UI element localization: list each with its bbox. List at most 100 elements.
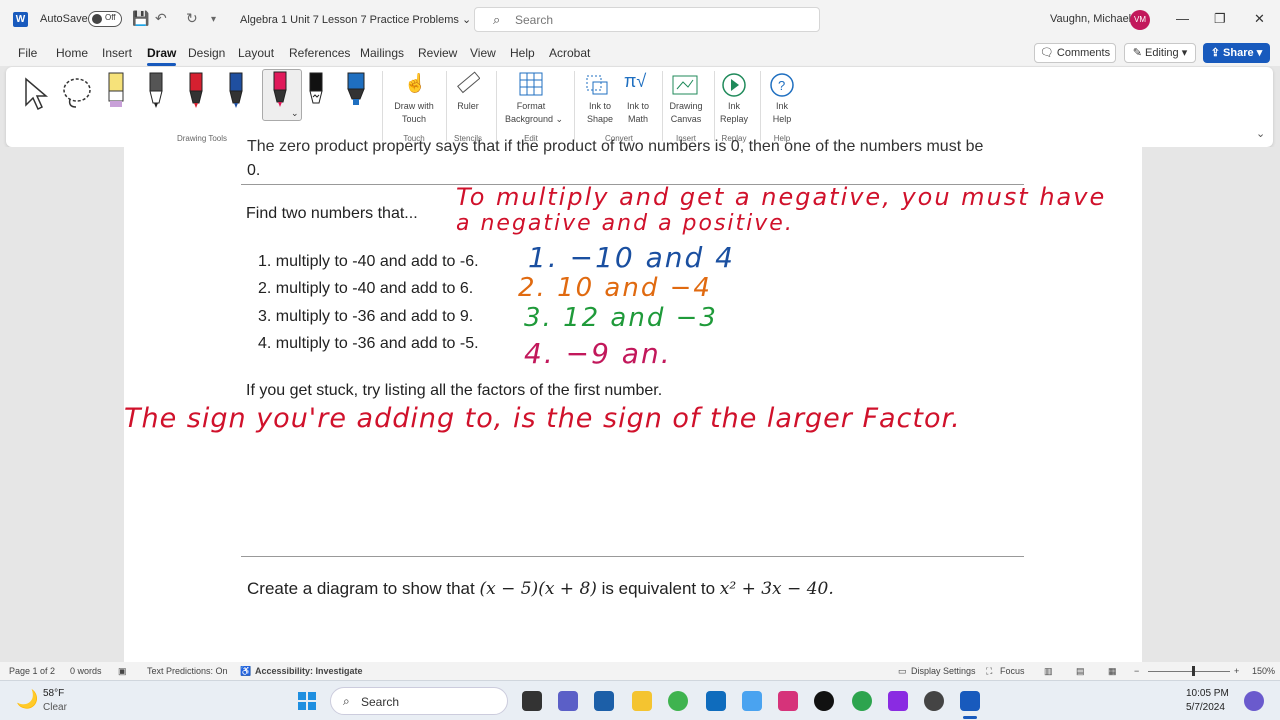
ink-answer-1[interactable]: 1. −10 and 4 [528, 241, 735, 274]
ink-help-icon[interactable]: ? [768, 71, 796, 99]
pen-red-icon[interactable] [186, 71, 206, 111]
tiktok-icon[interactable] [814, 691, 834, 711]
weather-desc: Clear [43, 702, 67, 713]
text-predictions[interactable]: Text Predictions: On [147, 666, 228, 676]
ink-to-math-icon[interactable]: π√ [624, 71, 646, 92]
top-text-line2: 0. [247, 162, 261, 179]
select-arrow-icon[interactable] [22, 75, 50, 111]
accessibility-status[interactable]: Accessibility: Investigate [255, 666, 363, 676]
todo-icon[interactable] [742, 691, 762, 711]
ink-to-shape-label-1: Ink to [588, 101, 611, 111]
chrome-icon[interactable] [852, 691, 872, 711]
collapse-ribbon-icon[interactable]: ⌄ [1256, 127, 1265, 140]
focus-icon: ⛶ [986, 666, 993, 676]
app-record-icon[interactable] [924, 691, 944, 711]
app-purple-icon[interactable] [888, 691, 908, 711]
ribbon-separator [496, 71, 497, 141]
tab-design[interactable]: Design [188, 46, 225, 60]
zoom-slider[interactable] [1148, 671, 1230, 672]
tab-file[interactable]: File [18, 46, 37, 60]
weather-moon-icon[interactable]: 🌙 [16, 689, 38, 710]
ink-to-shape-label-2: Shape [586, 114, 614, 124]
drawing-canvas-icon[interactable] [670, 71, 700, 97]
ink-to-shape-icon[interactable] [584, 71, 610, 97]
clock-time[interactable]: 10:05 PM [1186, 688, 1229, 699]
web-layout-icon[interactable]: ▦ [1108, 666, 1117, 677]
ink-rule-note[interactable]: The sign you're adding to, is the sign o… [124, 403, 961, 434]
tab-view[interactable]: View [470, 46, 496, 60]
lasso-select-icon[interactable] [60, 75, 96, 111]
highlighter-yellow-icon[interactable] [106, 71, 126, 111]
ink-note-line2[interactable]: a negative and a positive. [456, 211, 794, 236]
tab-mailings[interactable]: Mailings [360, 46, 404, 60]
close-icon[interactable]: ✕ [1254, 11, 1265, 27]
tab-review[interactable]: Review [418, 46, 457, 60]
autosave-state: Off [105, 13, 116, 22]
zoom-level[interactable]: 150% [1252, 666, 1275, 676]
share-button[interactable]: ⇪ Share ▾ [1203, 43, 1270, 63]
customize-toolbar-icon[interactable]: ▾ [211, 14, 216, 25]
print-layout-icon[interactable]: ▤ [1076, 666, 1085, 677]
zoom-in-icon[interactable]: + [1234, 666, 1239, 676]
page-count[interactable]: Page 1 of 2 [9, 666, 55, 676]
search-box[interactable]: ⌕ Search [474, 7, 820, 32]
drawing-canvas-label-2: Canvas [670, 114, 702, 124]
pen-blue-icon[interactable] [226, 71, 246, 111]
ribbon-separator [446, 71, 447, 141]
tab-insert[interactable]: Insert [102, 46, 132, 60]
active-app-indicator [963, 716, 977, 719]
maximize-icon[interactable]: ❐ [1214, 11, 1226, 27]
clock-date[interactable]: 5/7/2024 [1186, 702, 1225, 713]
comments-button[interactable]: 🗨 Comments [1034, 43, 1116, 63]
draw-ribbon: ⌄ Drawing Tools ☝ Draw with Touch Touch … [6, 67, 1273, 147]
tab-acrobat[interactable]: Acrobat [549, 46, 590, 60]
windows-start-icon[interactable] [297, 691, 317, 711]
tab-draw[interactable]: Draw [147, 46, 177, 66]
ink-answer-3[interactable]: 3. 12 and −3 [524, 303, 718, 333]
teams-icon[interactable] [558, 691, 578, 711]
taskbar-search[interactable]: ⌕ Search [330, 687, 508, 715]
minimize-icon[interactable]: — [1176, 11, 1189, 26]
ink-answer-4[interactable]: 4. −9 an. [524, 337, 672, 370]
store-icon[interactable] [594, 691, 614, 711]
read-mode-icon[interactable]: ▥ [1044, 666, 1053, 677]
share-label: Share [1223, 47, 1254, 59]
format-background-icon[interactable] [518, 71, 544, 97]
highlighter-blue-icon[interactable] [344, 71, 368, 111]
ink-answer-2[interactable]: 2. 10 and −4 [518, 273, 712, 303]
display-settings[interactable]: Display Settings [911, 666, 976, 676]
avatar[interactable]: VM [1130, 10, 1150, 30]
tab-help[interactable]: Help [510, 46, 535, 60]
redo-icon[interactable]: ↻ [186, 10, 198, 27]
document-title[interactable]: Algebra 1 Unit 7 Lesson 7 Practice Probl… [240, 13, 471, 26]
tab-references[interactable]: References [289, 46, 350, 60]
file-explorer-icon[interactable] [632, 691, 652, 711]
tab-home[interactable]: Home [56, 46, 88, 60]
touch-hand-icon[interactable]: ☝ [404, 73, 426, 94]
weather-temp[interactable]: 58°F [43, 688, 64, 699]
document-page[interactable]: The zero product property says that if t… [124, 138, 1142, 662]
instagram-icon[interactable] [778, 691, 798, 711]
save-icon[interactable]: 💾 [132, 10, 149, 27]
focus-mode[interactable]: Focus [1000, 666, 1025, 676]
tab-layout[interactable]: Layout [238, 46, 274, 60]
zoom-slider-thumb[interactable] [1192, 666, 1195, 676]
ink-replay-icon[interactable] [720, 71, 748, 99]
copilot-icon[interactable] [1244, 691, 1264, 711]
editing-mode-button[interactable]: ✎ Editing ▾ [1124, 43, 1196, 63]
pen-pink-selected[interactable]: ⌄ [262, 69, 302, 121]
undo-icon[interactable]: ↶ [155, 10, 167, 27]
user-name[interactable]: Vaughn, Michael [1050, 13, 1131, 25]
task-view-icon[interactable] [522, 691, 542, 711]
outlook-icon[interactable] [706, 691, 726, 711]
word-count[interactable]: 0 words [70, 666, 102, 676]
proofing-icon[interactable]: ▣ [118, 666, 127, 677]
pen-black-icon[interactable] [146, 71, 166, 111]
autosave-toggle[interactable]: Off [88, 11, 122, 27]
app-green-icon[interactable] [668, 691, 688, 711]
pen-dark-icon[interactable] [306, 71, 326, 111]
ink-note-line1[interactable]: To multiply and get a negative, you must… [456, 183, 1106, 211]
word-taskbar-icon[interactable] [960, 691, 980, 711]
ruler-icon[interactable] [456, 71, 480, 97]
zoom-out-icon[interactable]: − [1134, 666, 1139, 676]
